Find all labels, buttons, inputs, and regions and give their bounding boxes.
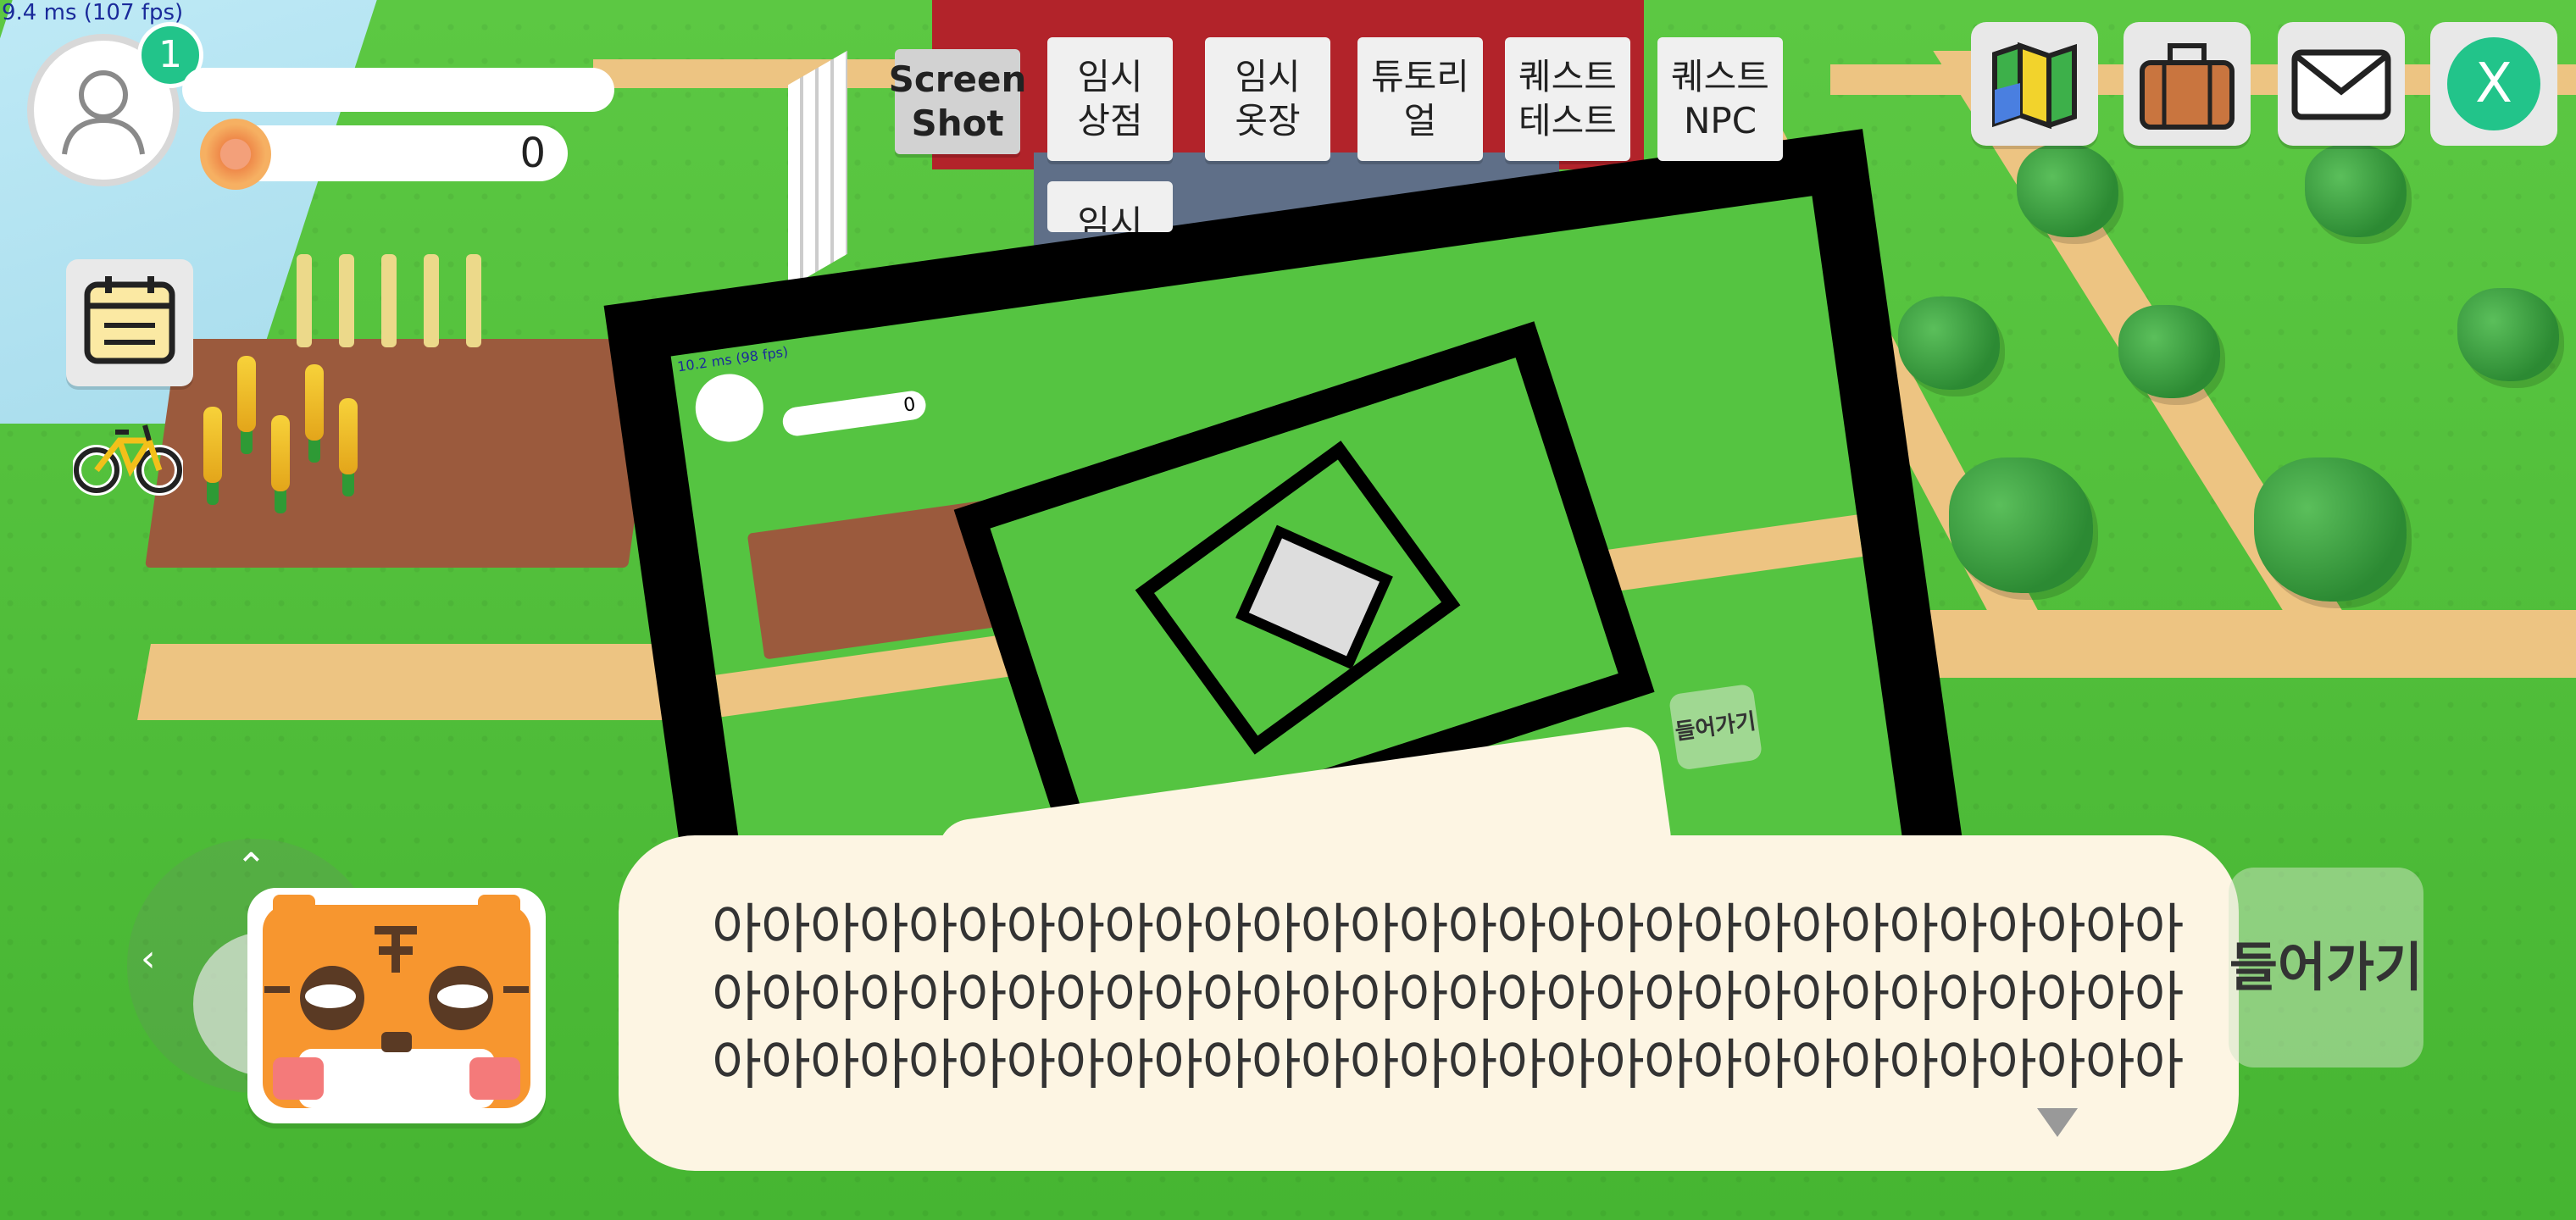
tree [2017, 144, 2118, 237]
nested-avatar [691, 369, 768, 446]
tree [2457, 288, 2559, 381]
corn [203, 407, 222, 483]
corn [305, 364, 324, 441]
wheat [339, 254, 354, 347]
coin-icon [200, 119, 271, 190]
fence [788, 50, 847, 289]
enter-button[interactable]: 들어가기 [2229, 868, 2423, 1068]
temp-second-row-label: 임시 [1077, 202, 1143, 232]
temp-second-row-button[interactable]: 임시 [1047, 181, 1173, 232]
dialog-box[interactable]: 아아아아아아아아아아아아아아아아아아아아아아아아아아아아아아 아아아아아아아아아… [619, 835, 2239, 1171]
mail-button[interactable] [2278, 22, 2405, 146]
tutorial-button[interactable]: 튜토리 얼 [1357, 37, 1483, 161]
mail-icon [2291, 49, 2391, 120]
wheat [466, 254, 481, 347]
person-icon [62, 70, 145, 155]
nested-screenshot-frame-3 [1235, 524, 1393, 670]
dialog-line: 아아아아아아아아아아아아아아아아아아아아아아아아아아아아아아 [712, 1034, 2184, 1097]
dialog-line: 아아아아아아아아아아아아아아아아아아아아아아아아아아아아아아 [712, 967, 2184, 1029]
arrow-up-icon: ⌃ [236, 846, 267, 889]
wheat [424, 254, 439, 347]
corn [271, 415, 290, 491]
fps-counter: 9.4 ms (107 fps) [2, 0, 184, 25]
nested-enter-button: 들어가기 [1668, 683, 1763, 771]
farm-field [145, 339, 660, 568]
quest-test-button[interactable]: 퀘스트 테스트 [1505, 37, 1630, 161]
nested-coin-count: 0 [780, 389, 928, 438]
dialog-line: 아아아아아아아아아아아아아아아아아아아아아아아아아아아아아아 [712, 899, 2184, 962]
calendar-icon [84, 276, 175, 364]
temp-shop-button[interactable]: 임시 상점 [1047, 37, 1173, 161]
nested-screenshot-frame-2 [1135, 441, 1461, 755]
tree [2254, 458, 2407, 602]
bag-button[interactable] [2124, 22, 2251, 146]
corn [237, 356, 256, 432]
bicycle-icon[interactable] [73, 407, 183, 500]
tree [1949, 458, 2093, 593]
wheat [381, 254, 397, 347]
map-icon [1992, 42, 2077, 130]
nested-screenshot-image-2 [1154, 459, 1442, 736]
next-arrow-icon[interactable] [2037, 1108, 2078, 1137]
screenshot-button[interactable]: Screen Shot [889, 49, 1026, 154]
calendar-button[interactable] [66, 259, 193, 386]
tree [1898, 297, 2000, 390]
wheat [297, 254, 312, 347]
name-bar [182, 68, 614, 112]
map-button[interactable] [1971, 22, 2098, 146]
nested-screenshot-image-3 [1248, 538, 1380, 657]
corn [339, 398, 358, 474]
bag-icon [2140, 43, 2235, 130]
tiger-icon [263, 895, 530, 1108]
close-label: X [2447, 37, 2540, 130]
tree [2305, 144, 2407, 237]
road-right [1830, 610, 2576, 678]
close-button[interactable]: X [2430, 22, 2557, 146]
arrow-left-icon: ‹ [141, 937, 156, 980]
nested-fps: 10.2 ms (98 fps) [676, 343, 790, 375]
quest-npc-button[interactable]: 퀘스트 NPC [1657, 37, 1783, 161]
npc-tiger-portrait [247, 888, 546, 1123]
temp-wardrobe-button[interactable]: 임시 옷장 [1205, 37, 1330, 161]
tree [2118, 305, 2220, 398]
